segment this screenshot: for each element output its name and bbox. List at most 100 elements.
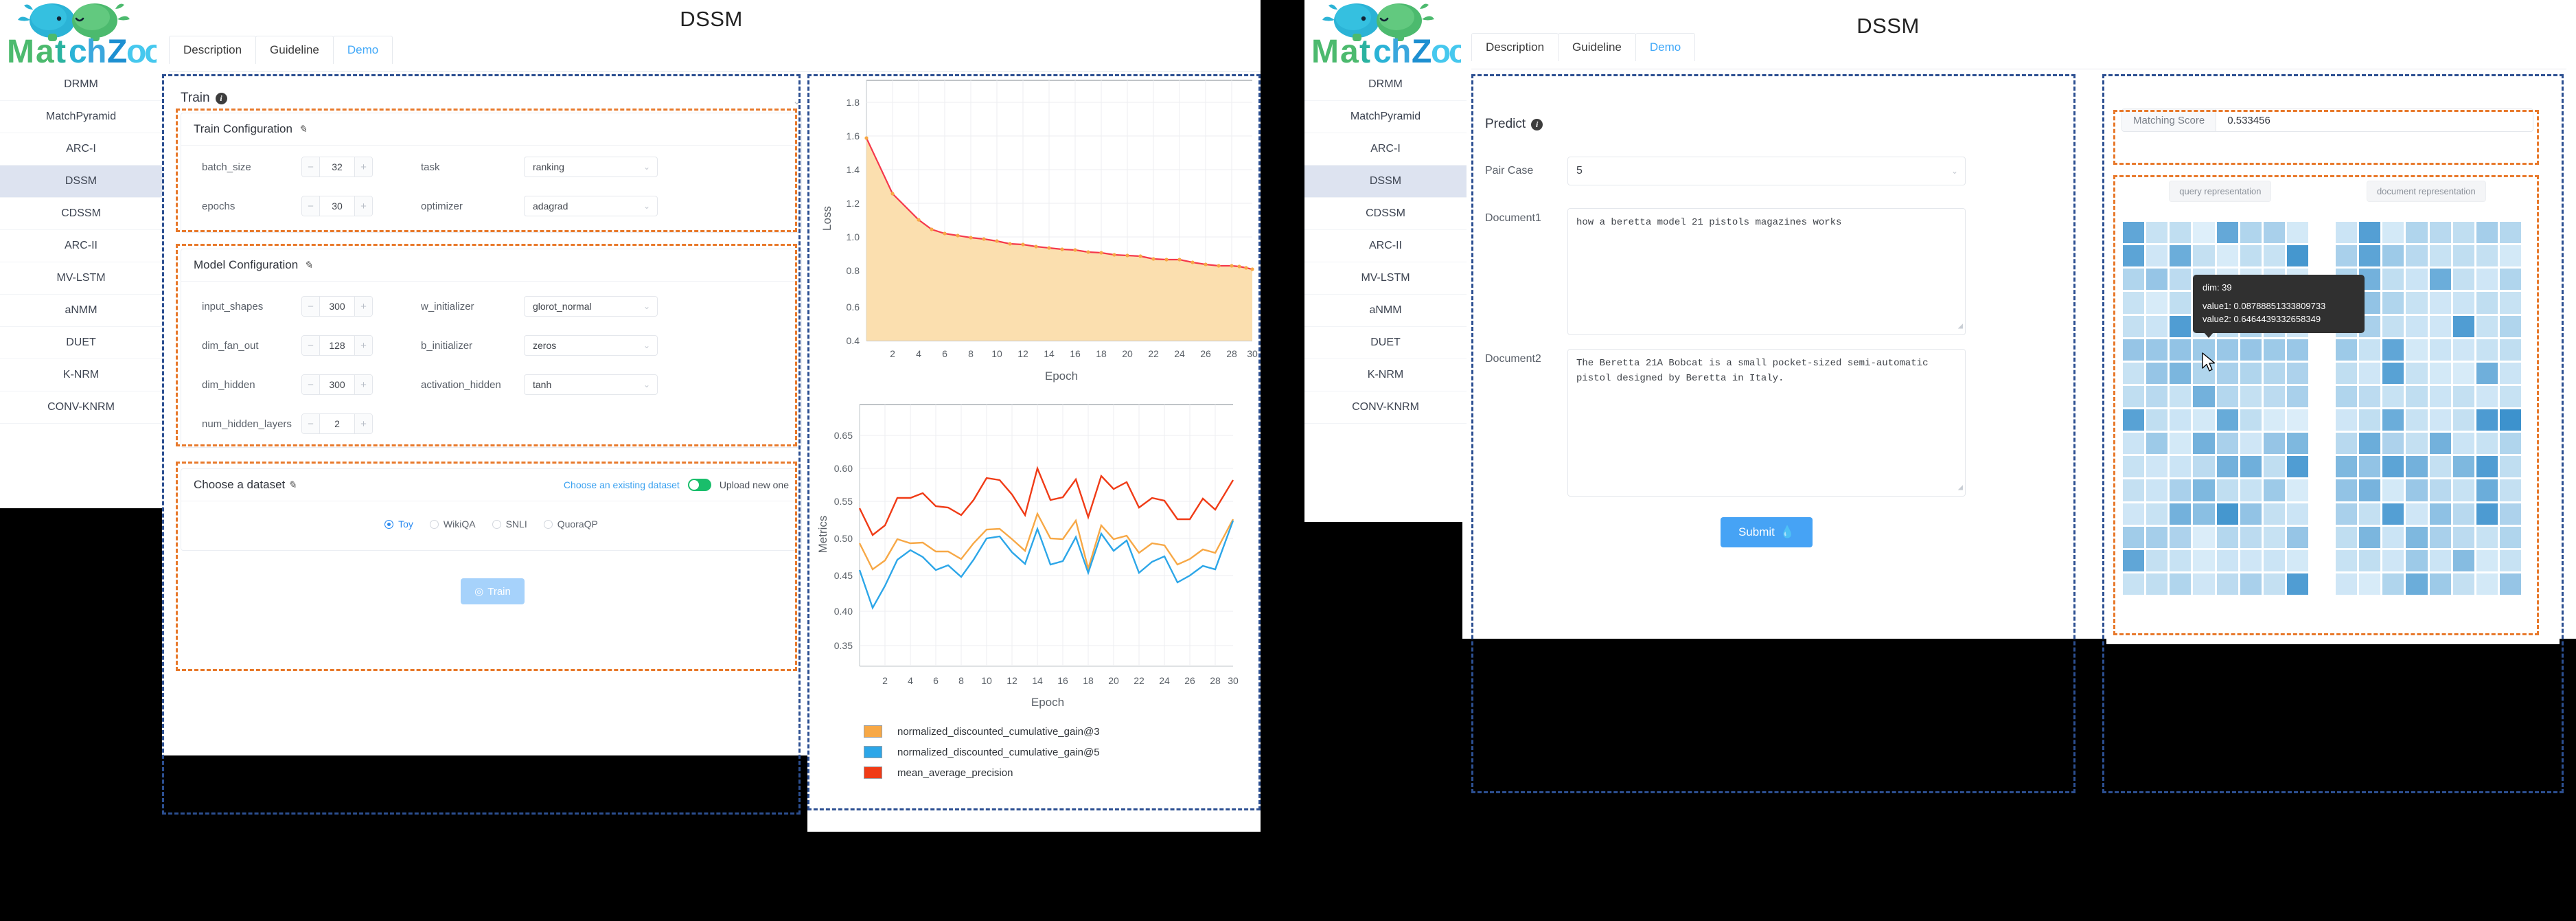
heatmap-cell[interactable] (2336, 503, 2358, 525)
heatmap-cell[interactable] (2146, 222, 2168, 244)
sidebar-item-matchpyramid[interactable]: MatchPyramid (1304, 101, 1467, 133)
heatmap-cell[interactable] (2240, 573, 2262, 595)
heatmap-cell[interactable] (2499, 479, 2521, 501)
heatmap-cell[interactable] (2263, 503, 2285, 525)
heatmap-cell[interactable] (2146, 479, 2168, 501)
heatmap-cell[interactable] (2359, 433, 2381, 455)
plus-icon[interactable]: + (354, 414, 372, 433)
heatmap-cell[interactable] (2146, 245, 2168, 267)
resize-grip-icon[interactable]: ◢ (1958, 481, 1963, 494)
num-hidden-layers-value[interactable]: 2 (320, 414, 354, 433)
input-shapes-value[interactable]: 300 (320, 297, 354, 316)
heatmap-cell[interactable] (2170, 503, 2192, 525)
heatmap-cell[interactable] (2429, 269, 2451, 291)
heatmap-cell[interactable] (2476, 503, 2498, 525)
heatmap-cell[interactable] (2170, 269, 2192, 291)
heatmap-cell[interactable] (2336, 433, 2358, 455)
heatmap-cell[interactable] (2336, 456, 2358, 478)
heatmap-cell[interactable] (2123, 549, 2145, 571)
epochs-value[interactable]: 30 (320, 196, 354, 216)
heatmap-cell[interactable] (2359, 245, 2381, 267)
heatmap-cell[interactable] (2170, 409, 2192, 431)
heatmap-cell[interactable] (2452, 362, 2474, 384)
select-optimizer[interactable]: adagrad ⌄ (524, 196, 658, 216)
sidebar-item-drmm[interactable]: DRMM (1304, 69, 1467, 101)
heatmap-cell[interactable] (2336, 573, 2358, 595)
heatmap-cell[interactable] (2240, 362, 2262, 384)
query-representation-label[interactable]: query representation (2169, 181, 2272, 202)
heatmap-cell[interactable] (2193, 456, 2215, 478)
radio-quoraqp[interactable]: QuoraQP (543, 519, 598, 530)
heatmap-cell[interactable] (2359, 222, 2381, 244)
heatmap-cell[interactable] (2406, 433, 2428, 455)
heatmap-cell[interactable] (2499, 526, 2521, 548)
heatmap-cell[interactable] (2123, 222, 2145, 244)
heatmap-cell[interactable] (2170, 526, 2192, 548)
heatmap-cell[interactable] (2193, 433, 2215, 455)
heatmap-cell[interactable] (2476, 292, 2498, 314)
heatmap-cell[interactable] (2240, 385, 2262, 407)
heatmap-cell[interactable] (2359, 526, 2381, 548)
heatmap-cell[interactable] (2216, 362, 2238, 384)
heatmap-cell[interactable] (2382, 222, 2404, 244)
heatmap-cell[interactable] (2406, 573, 2428, 595)
select-w-initializer[interactable]: glorot_normal ⌄ (524, 296, 658, 317)
heatmap-cell[interactable] (2123, 362, 2145, 384)
sidebar-item-dssm[interactable]: DSSM (0, 166, 162, 198)
heatmap-cell[interactable] (2499, 549, 2521, 571)
heatmap-cell[interactable] (2382, 549, 2404, 571)
train-button[interactable]: ◎ Train (172, 578, 814, 604)
dim-fan-out-value[interactable]: 128 (320, 336, 354, 355)
heatmap-cell[interactable] (2286, 409, 2308, 431)
sidebar-item-cdssm[interactable]: CDSSM (0, 198, 162, 230)
heatmap-cell[interactable] (2146, 362, 2168, 384)
heatmap-cell[interactable] (2240, 409, 2262, 431)
heatmap-cell[interactable] (2170, 222, 2192, 244)
heatmap-cell[interactable] (2146, 385, 2168, 407)
sidebar-item-arc-i[interactable]: ARC-I (0, 133, 162, 166)
heatmap-cell[interactable] (2359, 385, 2381, 407)
sidebar-item-conv-knrm[interactable]: CONV-KNRM (1304, 391, 1467, 424)
stepper-epochs[interactable]: − 30 + (301, 196, 373, 216)
heatmap-cell[interactable] (2193, 385, 2215, 407)
heatmap-cell[interactable] (2123, 456, 2145, 478)
minus-icon[interactable]: − (302, 375, 320, 394)
minus-icon[interactable]: − (302, 414, 320, 433)
heatmap-cell[interactable] (2382, 292, 2404, 314)
minus-icon[interactable]: − (302, 157, 320, 177)
heatmap-cell[interactable] (2499, 385, 2521, 407)
heatmap-cell[interactable] (2216, 573, 2238, 595)
heatmap-cell[interactable] (2382, 479, 2404, 501)
heatmap-cell[interactable] (2429, 479, 2451, 501)
heatmap-cell[interactable] (2499, 456, 2521, 478)
heatmap-cell[interactable] (2286, 479, 2308, 501)
heatmap-cell[interactable] (2359, 549, 2381, 571)
heatmap-cell[interactable] (2382, 315, 2404, 337)
radio-toy[interactable]: Toy (384, 519, 413, 530)
heatmap-cell[interactable] (2146, 292, 2168, 314)
heatmap-cell[interactable] (2476, 456, 2498, 478)
heatmap-cell[interactable] (2240, 549, 2262, 571)
legend-item-map[interactable]: mean_average_precision (864, 766, 1261, 779)
sidebar-item-drmm[interactable]: DRMM (0, 69, 162, 101)
legend-item-ndcg3[interactable]: normalized_discounted_cumulative_gain@3 (864, 725, 1261, 738)
heatmap-cell[interactable] (2146, 409, 2168, 431)
heatmap-cell[interactable] (2406, 222, 2428, 244)
info-icon[interactable]: i (215, 92, 227, 104)
heatmap-cell[interactable] (2263, 479, 2285, 501)
sidebar-item-arc-ii[interactable]: ARC-II (1304, 230, 1467, 262)
heatmap-cell[interactable] (2406, 385, 2428, 407)
heatmap-cell[interactable] (2499, 245, 2521, 267)
heatmap-cell[interactable] (2499, 222, 2521, 244)
heatmap-cell[interactable] (2476, 269, 2498, 291)
sidebar-item-dssm[interactable]: DSSM (1304, 166, 1467, 198)
heatmap-cell[interactable] (2170, 456, 2192, 478)
heatmap-cell[interactable] (2193, 573, 2215, 595)
heatmap-cell[interactable] (2452, 269, 2474, 291)
heatmap-cell[interactable] (2382, 362, 2404, 384)
heatmap-cell[interactable] (2336, 479, 2358, 501)
heatmap-cell[interactable] (2263, 362, 2285, 384)
matching-score-value[interactable]: 0.533456 (2216, 109, 2533, 131)
heatmap-cell[interactable] (2286, 526, 2308, 548)
heatmap-cell[interactable] (2476, 315, 2498, 337)
